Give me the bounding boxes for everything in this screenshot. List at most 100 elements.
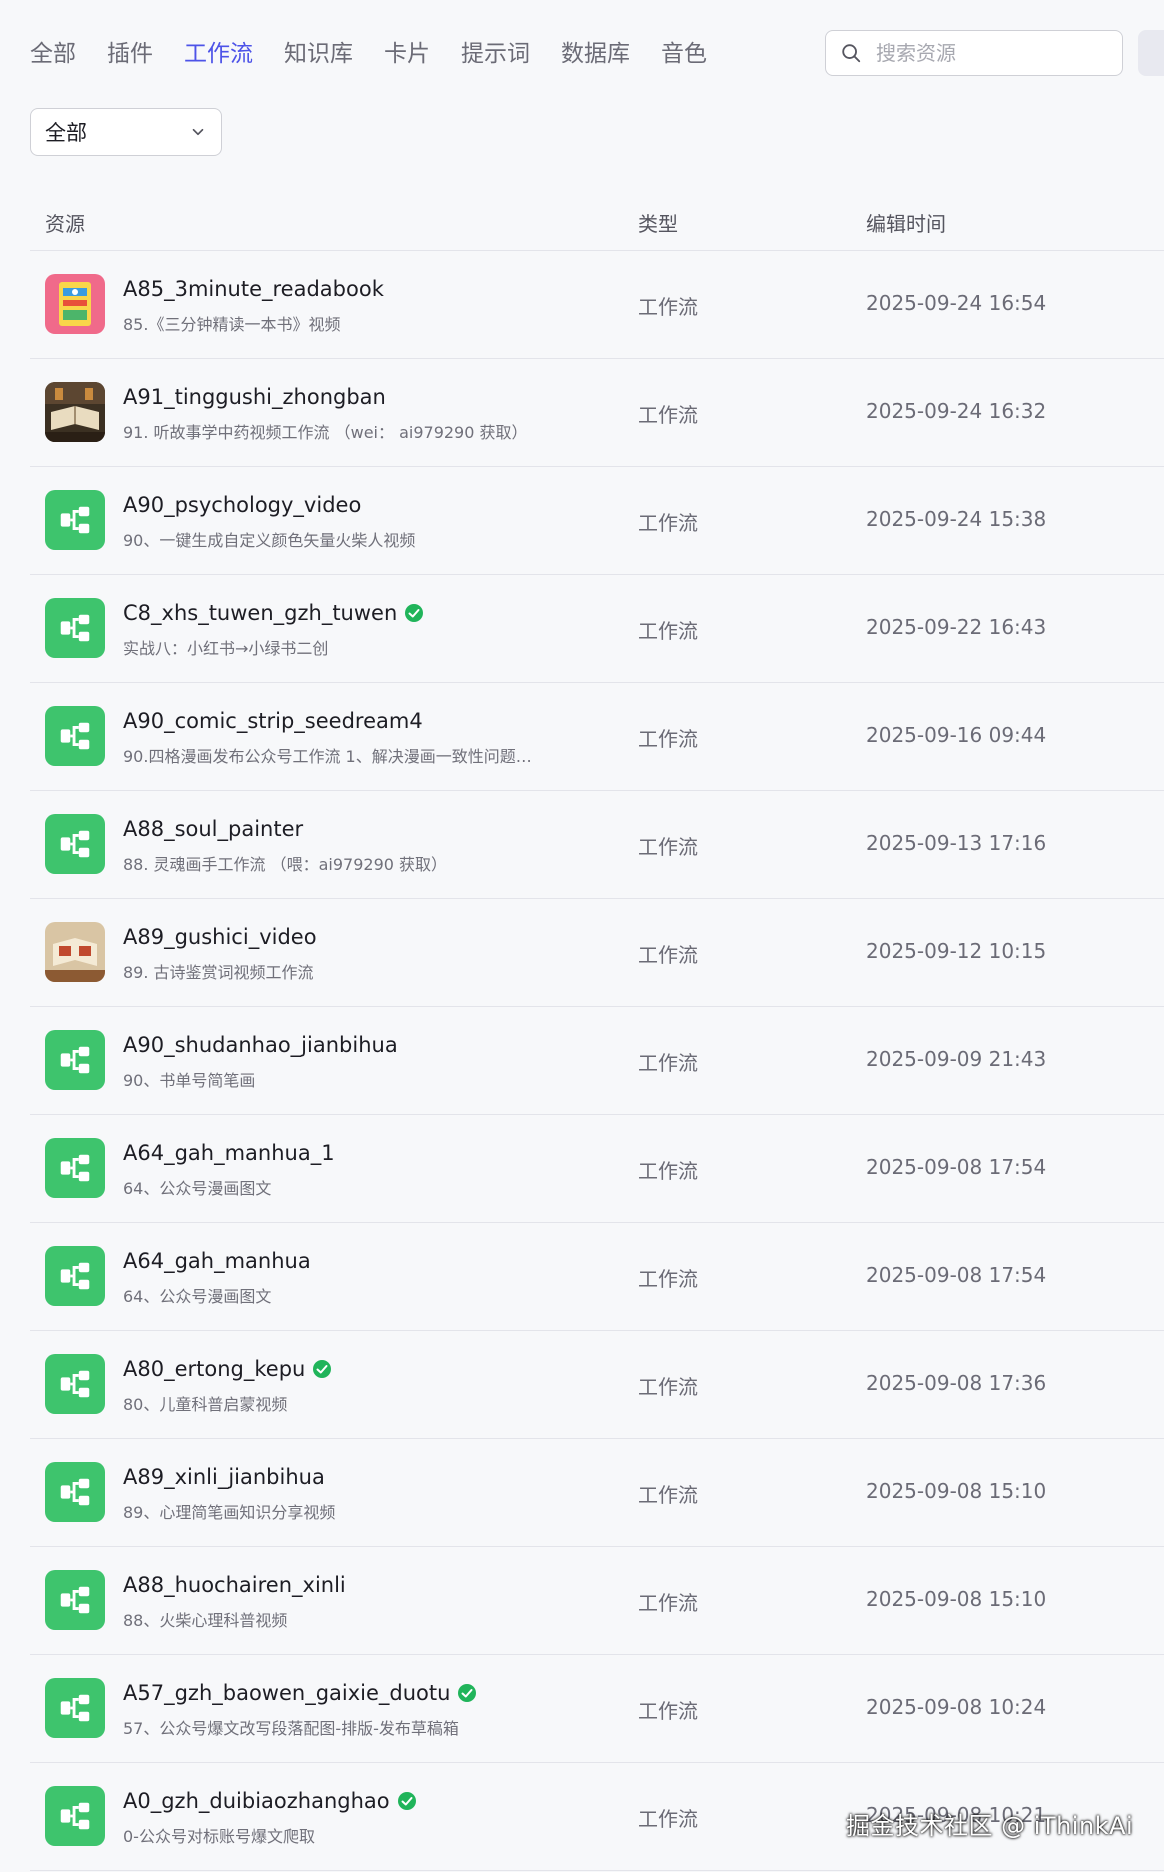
resource-description: 88、火柴心理科普视频 xyxy=(123,1611,288,1630)
book-thumbnail xyxy=(45,274,105,334)
resource-title-text: A91_tinggushi_zhongban xyxy=(123,385,386,409)
resource-title: A90_psychology_video xyxy=(123,493,361,517)
filter-select[interactable]: 全部 xyxy=(30,108,222,156)
watermark-text: 掘金技术社区 @ iThinkAi xyxy=(846,1812,1134,1840)
resource-description: 89. 古诗鉴赏词视频工作流 xyxy=(123,963,314,982)
workflow-icon xyxy=(45,1462,105,1522)
tab-5[interactable]: 提示词 xyxy=(461,36,530,72)
tab-2[interactable]: 工作流 xyxy=(184,36,253,72)
workflow-icon xyxy=(45,1138,105,1198)
search-icon xyxy=(842,44,861,63)
resource-title-text: A88_huochairen_xinli xyxy=(123,1573,346,1597)
tab-3[interactable]: 知识库 xyxy=(284,36,353,72)
resource-title-text: A0_gzh_duibiaozhanghao xyxy=(123,1789,390,1813)
header-edit-time[interactable]: 编辑时间 xyxy=(866,208,946,237)
resource-description: 89、心理简笔画知识分享视频 xyxy=(123,1503,336,1522)
resource-title: A85_3minute_readabook xyxy=(123,277,384,301)
workflow-icon xyxy=(45,1354,105,1414)
resource-edit-time: 2025-09-13 17:16 xyxy=(866,831,1047,855)
resource-description: 实战八：小红书→小绿书二创 xyxy=(123,639,329,658)
tab-7[interactable]: 音色 xyxy=(661,36,707,72)
resource-description: 90、一键生成自定义颜色矢量火柴人视频 xyxy=(123,531,416,550)
resource-description: 90、书单号简笔画 xyxy=(123,1071,256,1090)
search-input[interactable] xyxy=(874,40,1108,66)
table-row[interactable]: A88_soul_painter 88. 灵魂画手工作流 （喂：ai979290 … xyxy=(30,791,1164,899)
table-row[interactable]: A90_psychology_video 90、一键生成自定义颜色矢量火柴人视频 工… xyxy=(30,467,1164,575)
resource-title-text: C8_xhs_tuwen_gzh_tuwen xyxy=(123,601,398,625)
header-type[interactable]: 类型 xyxy=(638,208,678,237)
resource-type: 工作流 xyxy=(638,943,698,967)
herb-book-thumbnail xyxy=(45,382,105,442)
workflow-icon xyxy=(45,1246,105,1306)
table-row[interactable]: A89_gushici_video 89. 古诗鉴赏词视频工作流 工作流 2025-0… xyxy=(30,899,1164,1007)
table-row[interactable]: A88_huochairen_xinli 88、火柴心理科普视频 工作流 2025-0… xyxy=(30,1547,1164,1655)
resource-title: A89_xinli_jianbihua xyxy=(123,1465,325,1489)
chevron-down-icon xyxy=(192,128,204,136)
workflow-icon xyxy=(45,1786,105,1846)
resource-title-text: A88_soul_painter xyxy=(123,817,304,841)
resource-description: 64、公众号漫画图文 xyxy=(123,1179,272,1198)
resource-title: A57_gzh_baowen_gaixie_duotu xyxy=(123,1681,477,1705)
table-row[interactable]: A57_gzh_baowen_gaixie_duotu 57、公众号爆文改写段落配… xyxy=(30,1655,1164,1763)
resource-title: C8_xhs_tuwen_gzh_tuwen xyxy=(123,601,424,625)
resource-type: 工作流 xyxy=(638,295,698,319)
resource-title-text: A90_psychology_video xyxy=(123,493,362,517)
resource-title: A0_gzh_duibiaozhanghao xyxy=(123,1789,417,1813)
resource-type: 工作流 xyxy=(638,403,698,427)
resource-edit-time: 2025-09-24 15:38 xyxy=(866,507,1047,531)
resource-description: 88. 灵魂画手工作流 （喂：ai979290 获取） xyxy=(123,855,448,874)
resource-type: 工作流 xyxy=(638,1159,698,1183)
resource-edit-time: 2025-09-22 16:43 xyxy=(866,615,1047,639)
resource-type: 工作流 xyxy=(638,1267,698,1291)
resource-description: 90.四格漫画发布公众号工作流 1、解决漫画一致性问题… xyxy=(123,747,532,766)
resource-edit-time: 2025-09-16 09:44 xyxy=(866,723,1047,747)
resource-edit-time: 2025-09-08 17:54 xyxy=(866,1263,1047,1287)
tab-4[interactable]: 卡片 xyxy=(384,36,430,72)
resource-title: A90_shudanhao_jianbihua xyxy=(123,1033,398,1057)
resource-title: A80_ertong_kepu xyxy=(123,1357,332,1381)
search-box[interactable] xyxy=(825,30,1123,76)
workflow-icon xyxy=(45,598,105,658)
create-resource-button[interactable] xyxy=(1138,30,1164,76)
resource-title: A89_gushici_video xyxy=(123,925,317,949)
resource-description: 80、儿童科普启蒙视频 xyxy=(123,1395,288,1414)
resource-edit-time: 2025-09-08 17:36 xyxy=(866,1371,1047,1395)
resource-title-text: A80_ertong_kepu xyxy=(123,1357,306,1381)
resource-description: 91. 听故事学中药视频工作流 （wei： ai979290 获取） xyxy=(123,423,528,442)
resource-type: 工作流 xyxy=(638,1591,698,1615)
header-resource[interactable]: 资源 xyxy=(45,208,85,237)
table-row[interactable]: A85_3minute_readabook 85.《三分钟精读一本书》视频 工作流 2… xyxy=(30,251,1164,359)
table-row[interactable]: A90_shudanhao_jianbihua 90、书单号简笔画 工作流 2025-… xyxy=(30,1007,1164,1115)
tab-0[interactable]: 全部 xyxy=(30,36,76,72)
resource-edit-time: 2025-09-24 16:54 xyxy=(866,291,1047,315)
resource-list: A85_3minute_readabook 85.《三分钟精读一本书》视频 工作流 2… xyxy=(30,251,1164,1871)
workflow-icon xyxy=(45,490,105,550)
resource-title: A64_gah_manhua_1 xyxy=(123,1141,335,1165)
verified-check-icon xyxy=(458,1684,477,1702)
resource-type: 工作流 xyxy=(638,511,698,535)
resource-edit-time: 2025-09-24 16:32 xyxy=(866,399,1047,423)
tab-6[interactable]: 数据库 xyxy=(561,36,630,72)
resource-type: 工作流 xyxy=(638,727,698,751)
resource-title-text: A90_shudanhao_jianbihua xyxy=(123,1033,398,1057)
table-row[interactable]: A90_comic_strip_seedream4 90.四格漫画发布公众号工作流… xyxy=(30,683,1164,791)
table-row[interactable]: A91_tinggushi_zhongban 91. 听故事学中药视频工作流 （w… xyxy=(30,359,1164,467)
workflow-icon xyxy=(45,1678,105,1738)
workflow-icon xyxy=(45,1030,105,1090)
resource-type: 工作流 xyxy=(638,1375,698,1399)
filter-selected-value: 全部 xyxy=(45,121,87,145)
resource-title-text: A89_gushici_video xyxy=(123,925,317,949)
resource-type: 工作流 xyxy=(638,1699,698,1723)
resource-title-text: A57_gzh_baowen_gaixie_duotu xyxy=(123,1681,451,1705)
verified-check-icon xyxy=(405,604,424,622)
verified-check-icon xyxy=(313,1360,332,1378)
resource-title: A88_soul_painter xyxy=(123,817,303,841)
tab-1[interactable]: 插件 xyxy=(107,36,153,72)
table-row[interactable]: C8_xhs_tuwen_gzh_tuwen 实战八：小红书→小绿书二创 工作流 20… xyxy=(30,575,1164,683)
resource-page: 全部插件工作流知识库卡片提示词数据库音色 全部 资源 类型 编辑时间 A85_3… xyxy=(0,0,1164,1872)
resource-type: 工作流 xyxy=(638,835,698,859)
table-row[interactable]: A80_ertong_kepu 80、儿童科普启蒙视频 工作流 2025-09-08 … xyxy=(30,1331,1164,1439)
table-row[interactable]: A64_gah_manhua 64、公众号漫画图文 工作流 2025-09-08 17… xyxy=(30,1223,1164,1331)
table-row[interactable]: A89_xinli_jianbihua 89、心理简笔画知识分享视频 工作流 2025… xyxy=(30,1439,1164,1547)
table-row[interactable]: A64_gah_manhua_1 64、公众号漫画图文 工作流 2025-09-08 … xyxy=(30,1115,1164,1223)
